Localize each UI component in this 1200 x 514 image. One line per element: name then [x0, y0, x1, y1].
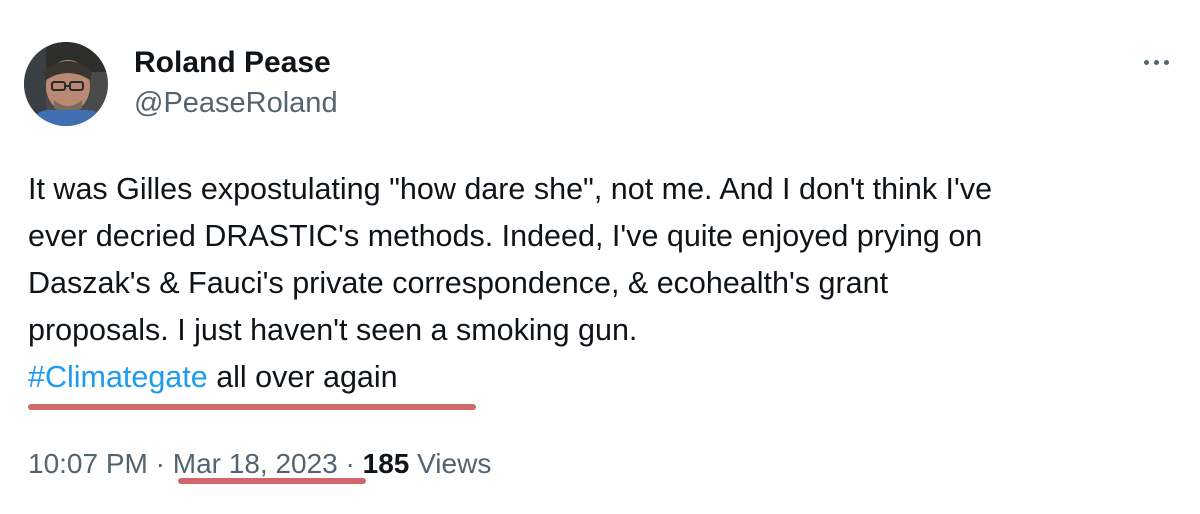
tweet-text-line: It was Gilles expostulating "how dare sh… [28, 172, 993, 206]
tweet-text-line: Daszak's & Fauci's private correspondenc… [28, 266, 889, 300]
more-horizontal-icon [1153, 59, 1159, 65]
views-count: 185 [362, 448, 410, 479]
tweet-text-line: proposals. I just haven't seen a smoking… [28, 313, 638, 347]
more-horizontal-icon [1143, 59, 1149, 65]
hashtag-link[interactable]: #Climategate [28, 360, 208, 394]
tweet-text-line: ever decried DRASTIC's methods. Indeed, … [28, 219, 983, 253]
author-display-name[interactable]: Roland Pease [134, 44, 338, 82]
meta-separator: · [155, 448, 165, 479]
tweet-text: It was Gilles expostulating "how dare sh… [28, 166, 1178, 401]
highlight-underline [178, 478, 366, 484]
more-horizontal-icon [1163, 59, 1169, 65]
profile-photo-icon [24, 42, 108, 126]
author-handle[interactable]: @PeaseRoland [134, 84, 338, 122]
author-avatar[interactable] [24, 42, 108, 126]
meta-separator: · [345, 448, 355, 479]
tweet-card: Roland Pease @PeaseRoland It was Gilles … [0, 0, 1200, 514]
more-options-button[interactable] [1134, 48, 1178, 76]
views-label: Views [417, 448, 492, 479]
author-block: Roland Pease @PeaseRoland [134, 44, 338, 122]
tweet-text-line: all over again [207, 360, 398, 394]
highlight-underline [28, 404, 476, 410]
tweet-date[interactable]: Mar 18, 2023 [173, 448, 338, 479]
tweet-time[interactable]: 10:07 PM [28, 448, 148, 479]
